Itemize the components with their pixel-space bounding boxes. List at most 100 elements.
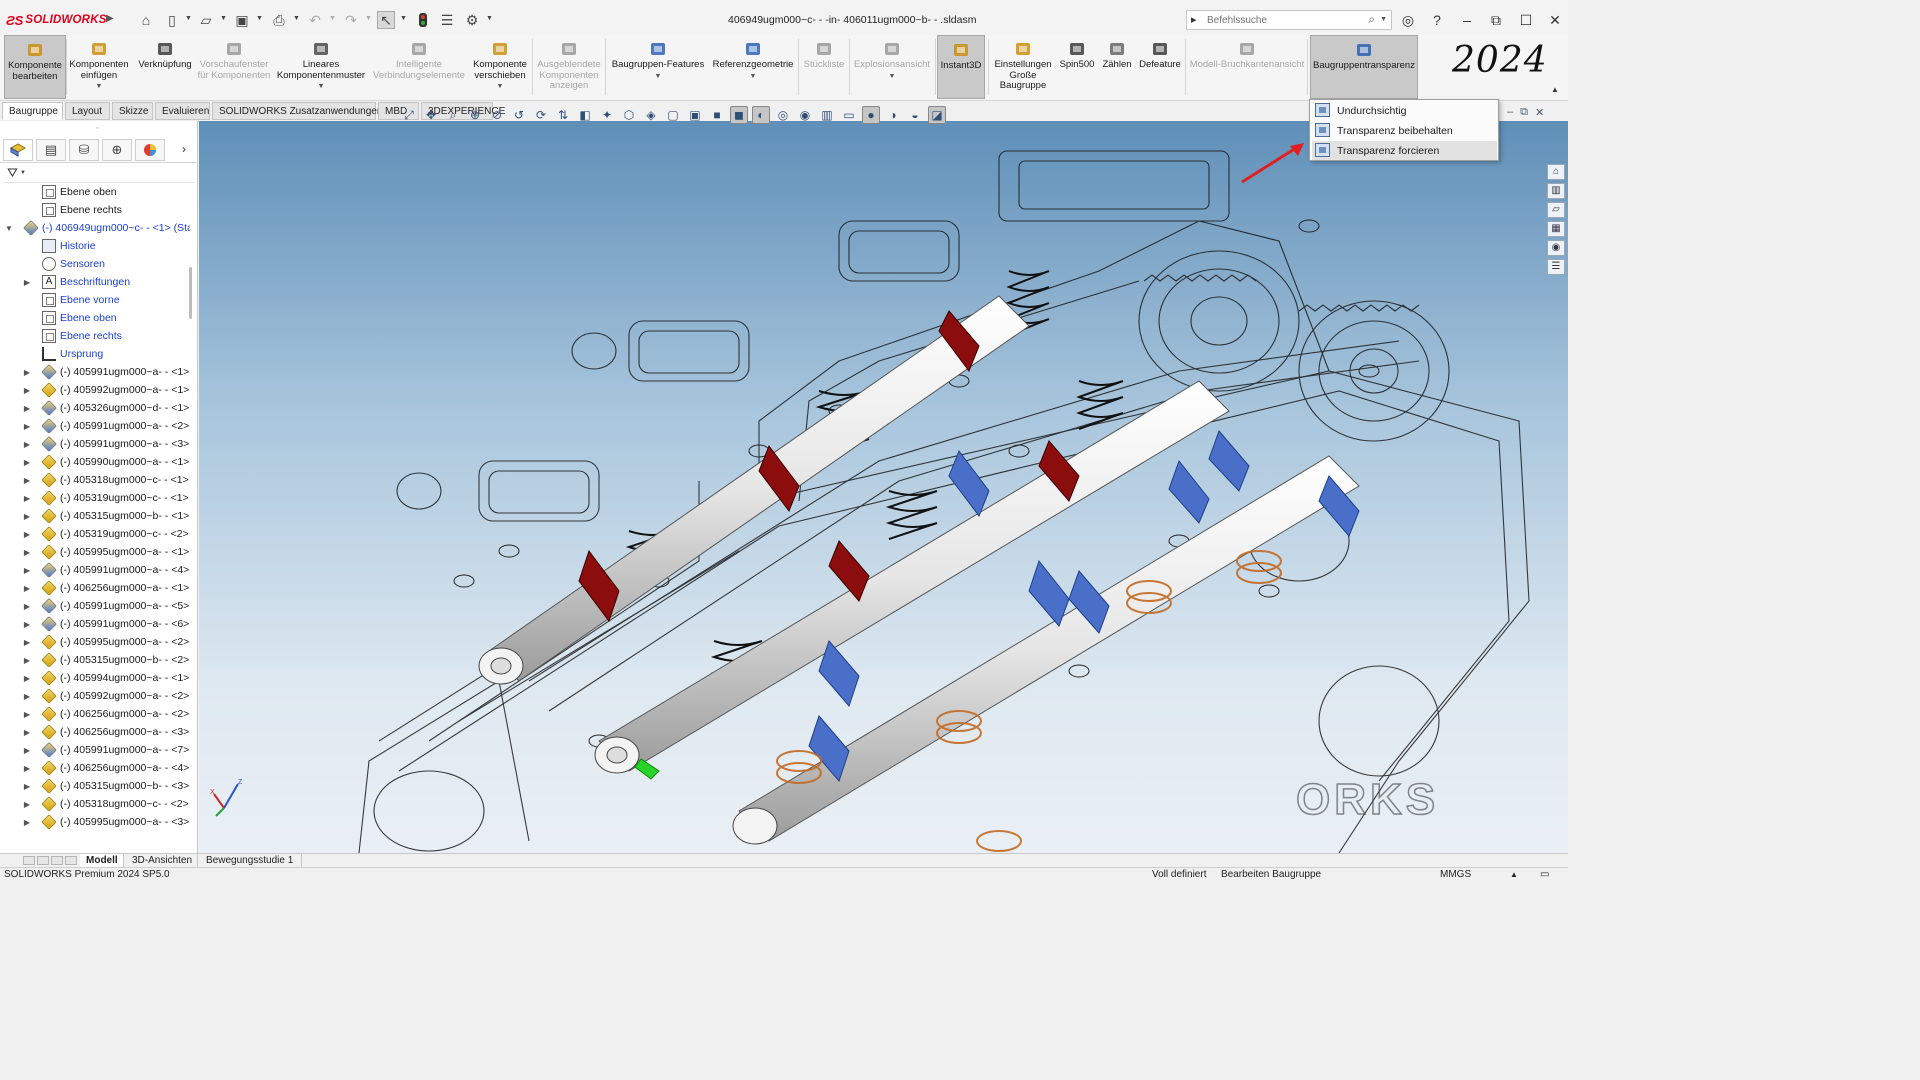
expand-icon[interactable]: ▶ (22, 494, 32, 503)
expand-icon[interactable]: ▶ (22, 674, 32, 683)
roll-view-icon[interactable]: ⇅ (554, 106, 572, 124)
expand-icon[interactable]: ▶ (22, 584, 32, 593)
realview-icon[interactable]: ● (862, 106, 880, 124)
display-style-icon[interactable]: ◈ (642, 106, 660, 124)
view-orientation-icon[interactable]: ⬡ (620, 106, 638, 124)
count-button[interactable]: Zählen (1098, 35, 1136, 99)
more-tabs-icon[interactable]: › (182, 142, 186, 156)
edit-appearance-icon[interactable]: ◉ (796, 106, 814, 124)
tree-item[interactable]: ▶ (-) 405990ugm000~a- - <1> (0, 453, 190, 471)
solidworks-resources-icon[interactable]: ⌂ (1547, 164, 1565, 180)
tree-item[interactable]: ▶ (-) 405992ugm000~a- - <1> (0, 381, 190, 399)
expand-icon[interactable]: ▶ (22, 386, 32, 395)
expand-icon[interactable]: ▶ (22, 692, 32, 701)
menu-item-transparenz-forcieren[interactable]: Transparenz forcieren (1312, 141, 1497, 160)
menu-item-transparenz-beibehalten[interactable]: Transparenz beibehalten (1312, 121, 1497, 140)
expand-icon[interactable]: ▶ (22, 458, 32, 467)
open-icon[interactable]: ▱ (197, 11, 215, 29)
property-manager-tab-icon[interactable]: ▤ (36, 139, 66, 161)
search-mode-icon[interactable]: ▸ (1191, 13, 1197, 26)
close-icon[interactable]: ✕ (1545, 10, 1565, 30)
tree-item[interactable]: ▶ (-) 405991ugm000~a- - <4> (0, 561, 190, 579)
save-dropdown-icon[interactable]: ▼ (256, 15, 263, 22)
dropdown-arrow-icon[interactable]: ▼ (750, 72, 757, 83)
minimize-icon[interactable]: – (1457, 10, 1477, 30)
tree-item[interactable]: ▶ (-) 405991ugm000~a- - <7> (0, 741, 190, 759)
zoom-in-out-icon[interactable]: ⊕ (466, 106, 484, 124)
dimxpert-tab-icon[interactable]: ⊕ (102, 139, 132, 161)
collapse-ribbon-icon[interactable]: ▲ (1551, 85, 1559, 94)
configuration-manager-tab-icon[interactable]: ⛁ (69, 139, 99, 161)
expand-icon[interactable]: ▶ (22, 530, 32, 539)
tree-item[interactable]: ▶ (-) 405991ugm000~a- - <3> (0, 435, 190, 453)
search-icon[interactable]: ⌕ (1368, 12, 1375, 27)
status-tooltip-icon[interactable]: ▭ (1540, 868, 1549, 882)
next-tab-icon[interactable] (51, 856, 63, 865)
new-document-icon[interactable]: ▯ (163, 11, 181, 29)
bottom-tab-bewegungsstudie-1[interactable]: Bewegungsstudie 1 (200, 854, 302, 867)
tile-windows-icon[interactable]: ⧉ (1486, 10, 1506, 30)
custom-properties-icon[interactable]: ☰ (1547, 259, 1565, 275)
viewport-minimize-icon[interactable]: – (1507, 106, 1513, 119)
tree-item[interactable]: Historie (0, 237, 190, 255)
last-tab-icon[interactable] (65, 856, 77, 865)
expand-icon[interactable]: ▶ (22, 638, 32, 647)
exploded-view-button[interactable]: Explosionsansicht ▼ (852, 35, 932, 99)
tree-item[interactable]: ▶ (-) 405994ugm000~a- - <1> (0, 669, 190, 687)
tree-item[interactable]: ▶ (-) 405991ugm000~a- - <5> (0, 597, 190, 615)
help-icon[interactable]: ? (1427, 10, 1447, 30)
tree-item[interactable]: ▶ (-) 405319ugm000~c- - <1> (0, 489, 190, 507)
viewport-close-icon[interactable]: ✕ (1535, 106, 1544, 119)
zoom-area-icon[interactable]: ⌕ (444, 106, 462, 124)
hidden-lines-removed-icon[interactable]: ■ (708, 106, 726, 124)
mate-button[interactable]: Verknüpfung (135, 35, 195, 99)
rebuild-icon[interactable] (414, 11, 432, 29)
tree-item[interactable]: ▶ (-) 405991ugm000~a- - <6> (0, 615, 190, 633)
print-icon[interactable]: ⎙ (270, 11, 288, 29)
tree-item[interactable]: Ebene rechts (0, 201, 190, 219)
tab-solidworks-zusatzanwendungen[interactable]: SOLIDWORKS Zusatzanwendungen (212, 102, 382, 120)
tree-item[interactable]: ▶ (-) 406256ugm000~a- - <2> (0, 705, 190, 723)
select-pointer-icon[interactable]: ↖ (377, 11, 395, 29)
solidworks-logo[interactable]: ƧS SOLIDWORKS (6, 11, 107, 29)
tree-item[interactable]: ▶ A Beschriftungen (0, 273, 190, 291)
collapse-icon[interactable]: ▼ (4, 224, 14, 233)
expand-icon[interactable]: ▶ (22, 548, 32, 557)
previous-view-icon[interactable]: ↺ (510, 106, 528, 124)
search-dropdown-icon[interactable]: ▼ (1380, 16, 1387, 23)
expand-icon[interactable]: ▶ (22, 422, 32, 431)
shaded-icon[interactable]: ◐ (752, 106, 770, 124)
dropdown-arrow-icon[interactable]: ▼ (318, 82, 325, 93)
tree-item[interactable]: Ursprung (0, 345, 190, 363)
feature-manager-tab-icon[interactable] (3, 139, 33, 161)
view-settings-icon[interactable]: ▭ (840, 106, 858, 124)
tree-item[interactable]: ▶ (-) 405318ugm000~c- - <1> (0, 471, 190, 489)
expand-icon[interactable]: ▶ (22, 656, 32, 665)
expand-icon[interactable]: ▶ (22, 476, 32, 485)
expand-icon[interactable]: ▶ (22, 566, 32, 575)
tree-item[interactable]: ▶ (-) 405991ugm000~a- - <1> (0, 363, 190, 381)
tab-evaluieren[interactable]: Evaluieren (155, 102, 210, 120)
instant3d-button[interactable]: Instant3D (937, 35, 985, 99)
tree-item[interactable]: ▶ (-) 405315ugm000~b- - <1> (0, 507, 190, 525)
tab-baugruppe[interactable]: Baugruppe (2, 102, 63, 120)
undo-dropdown-icon[interactable]: ▼ (329, 15, 336, 22)
open-dropdown-icon[interactable]: ▼ (220, 15, 227, 22)
tree-scrollbar[interactable] (189, 267, 192, 319)
dynamic-annotation-icon[interactable]: ✦ (598, 106, 616, 124)
tree-item[interactable]: Ebene rechts (0, 327, 190, 345)
command-search[interactable]: ▸ ⌕ ▼ (1186, 10, 1392, 30)
expand-icon[interactable]: ▶ (22, 278, 32, 287)
expand-icon[interactable]: ▶ (22, 764, 32, 773)
menu-expand-icon[interactable]: ▶ (106, 13, 114, 24)
tab-skizze[interactable]: Skizze (112, 102, 153, 120)
smart-fasteners-button[interactable]: Intelligente Verbindungselemente (370, 35, 468, 99)
break-view-button[interactable]: Modell-Bruchkantenansicht (1187, 35, 1307, 99)
options-dropdown-icon[interactable]: ▼ (486, 15, 493, 22)
panel-grip-icon[interactable]: ◦ (96, 125, 98, 132)
first-tab-icon[interactable] (23, 856, 35, 865)
shaded-with-edges-icon[interactable]: ◼ (730, 106, 748, 124)
tree-item[interactable]: ▶ (-) 405326ugm000~d- - <1> (0, 399, 190, 417)
print-dropdown-icon[interactable]: ▼ (293, 15, 300, 22)
bottom-tab-3d-ansichten[interactable]: 3D-Ansichten (126, 854, 198, 867)
